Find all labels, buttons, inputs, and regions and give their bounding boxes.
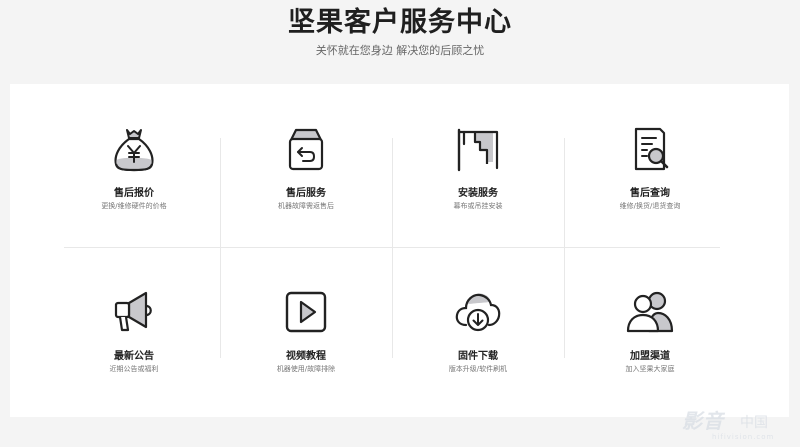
return-box-icon xyxy=(281,124,331,174)
service-item-installation[interactable]: 安装服务 幕布或吊挂安装 xyxy=(392,102,564,247)
watermark-logo: 影音 中国 hifivision.com xyxy=(664,407,792,445)
services-grid: 售后报价 更换/维修硬件的价格 售后服务 机器故障需返售后 安装服务 幕布或吊挂… xyxy=(48,102,736,392)
service-title: 加盟渠道 xyxy=(630,351,670,362)
service-desc: 更换/维修硬件的价格 xyxy=(101,202,167,210)
service-desc: 机器故障需返售后 xyxy=(278,202,334,210)
service-title: 固件下载 xyxy=(458,351,498,362)
watermark-sub: 中国 xyxy=(740,415,768,431)
ceiling-mount-icon xyxy=(453,124,503,174)
service-title: 安装服务 xyxy=(458,188,498,199)
page-title: 坚果客户服务中心 xyxy=(288,7,512,38)
play-video-icon xyxy=(281,287,331,337)
service-desc: 机器使用/故障排除 xyxy=(276,365,336,373)
watermark-url: hifivision.com xyxy=(712,433,775,441)
service-title: 视频教程 xyxy=(286,351,326,362)
cloud-download-icon xyxy=(453,287,503,337)
service-item-video-tutorials[interactable]: 视频教程 机器使用/故障排除 xyxy=(220,247,392,392)
service-item-announcements[interactable]: 最新公告 近期公告或福利 xyxy=(48,247,220,392)
service-title: 售后报价 xyxy=(114,188,154,199)
service-desc: 版本升级/软件刷机 xyxy=(448,365,508,373)
service-desc: 加入坚果大家庭 xyxy=(625,365,675,373)
service-item-firmware-download[interactable]: 固件下载 版本升级/软件刷机 xyxy=(392,247,564,392)
service-title: 最新公告 xyxy=(114,351,154,362)
service-item-join-channel[interactable]: 加盟渠道 加入坚果大家庭 xyxy=(564,247,736,392)
money-bag-icon xyxy=(109,124,159,174)
page-header: 坚果客户服务中心 关怀就在您身边 解决您的后顾之忧 xyxy=(0,0,800,84)
watermark-brand: 影音 xyxy=(682,409,724,433)
service-desc: 近期公告或福利 xyxy=(109,365,159,373)
service-item-after-sales-query[interactable]: 售后查询 维修/换货/退货查询 xyxy=(564,102,736,247)
service-item-after-sales-service[interactable]: 售后服务 机器故障需返售后 xyxy=(220,102,392,247)
service-desc: 幕布或吊挂安装 xyxy=(453,202,503,210)
megaphone-icon xyxy=(109,287,159,337)
page-subtitle: 关怀就在您身边 解决您的后顾之忧 xyxy=(315,44,485,57)
services-panel: 售后报价 更换/维修硬件的价格 售后服务 机器故障需返售后 安装服务 幕布或吊挂… xyxy=(10,84,789,417)
people-group-icon xyxy=(625,287,675,337)
document-search-icon xyxy=(625,124,675,174)
service-item-after-sales-quote[interactable]: 售后报价 更换/维修硬件的价格 xyxy=(48,102,220,247)
service-desc: 维修/换货/退货查询 xyxy=(619,202,681,210)
service-title: 售后服务 xyxy=(286,188,326,199)
service-title: 售后查询 xyxy=(630,188,670,199)
